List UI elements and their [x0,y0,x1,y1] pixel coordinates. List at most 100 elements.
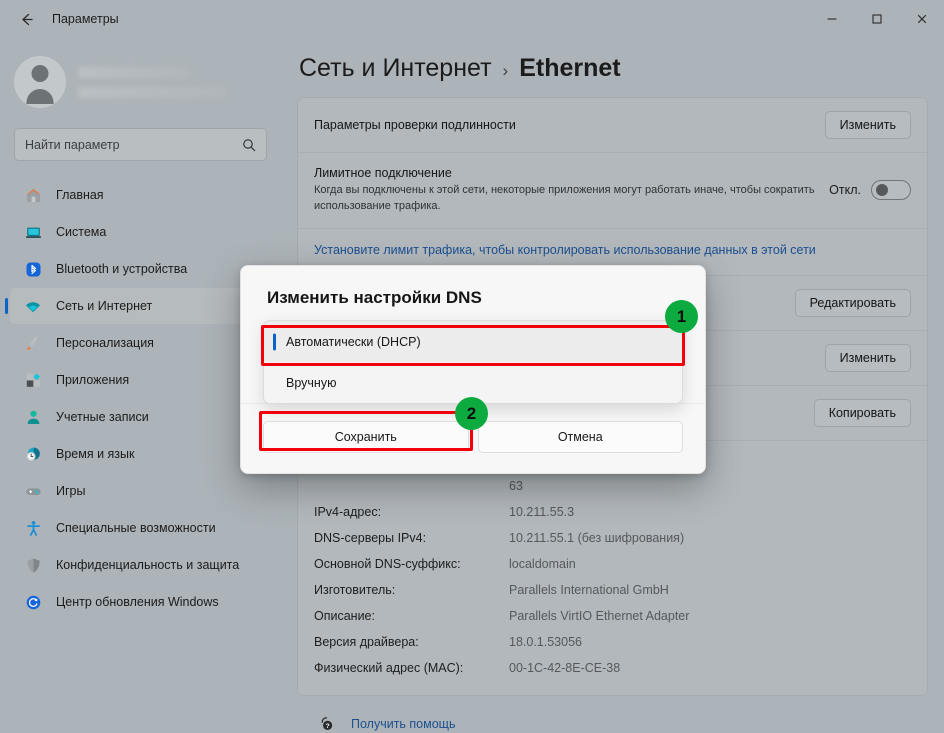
minimize-icon [827,18,836,20]
home-icon [22,184,44,206]
property-value: localdomain [509,556,576,571]
auth-settings-label: Параметры проверки подлинности [314,118,516,132]
gaming-icon [22,480,44,502]
property-row: Описание: Parallels VirtIO Ethernet Adap… [298,603,927,629]
sidebar-item-label: Сеть и Интернет [56,299,153,313]
property-key: Основной DNS-суффикс: [314,556,461,571]
breadcrumb-parent[interactable]: Сеть и Интернет [299,54,492,83]
bluetooth-icon [22,258,44,280]
breadcrumb-separator-icon: › [502,61,509,80]
sidebar: Главная Система [0,38,281,733]
accessibility-icon [22,517,44,539]
property-key: DNS-серверы IPv4: [314,530,427,545]
dns-option-label: Вручную [286,375,337,390]
edit-button[interactable]: Редактировать [794,288,911,317]
help-icon: ? [317,714,337,733]
sidebar-item-label: Приложения [56,373,130,387]
account-block[interactable] [0,46,281,110]
personalization-icon [22,332,44,354]
sidebar-item-label: Специальные возможности [56,521,216,535]
close-icon [917,14,926,24]
back-button[interactable] [10,4,42,34]
avatar [14,56,66,108]
property-row: IPv4-адрес: 10.211.55.3 [298,499,927,525]
search-box[interactable] [14,128,267,161]
property-row: Изготовитель: Parallels International Gm… [298,577,927,603]
property-row: Физический адрес (MAC): 00-1C-42-8E-CE-3… [298,655,927,681]
dialog-title: Изменить настройки DNS [267,288,482,307]
app-title: Параметры [52,12,119,26]
sidebar-item-home[interactable]: Главная [10,177,271,213]
accounts-icon [22,406,44,428]
dns-option-label: Автоматически (DHCP) [286,334,421,349]
sidebar-item-label: Конфиденциальность и защита [56,558,240,572]
dns-settings-dialog: Изменить настройки DNS Автоматически (DH… [240,265,706,474]
sidebar-item-accessibility[interactable]: Специальные возможности [10,510,271,546]
sidebar-item-apps[interactable]: Приложения [10,362,271,398]
metered-connection-row: Лимитное подключение Когда вы подключены… [298,153,927,229]
sidebar-item-label: Главная [56,188,104,202]
close-button[interactable] [899,0,944,38]
sidebar-item-label: Игры [56,484,86,498]
sidebar-item-accounts[interactable]: Учетные записи [10,399,271,435]
copy-button[interactable]: Копировать [813,398,911,427]
metered-connection-label: Лимитное подключение [314,166,452,180]
search-icon [243,138,256,151]
dns-option-automatic[interactable]: Автоматически (DHCP) [264,321,682,362]
dialog-cancel-button[interactable]: Отмена [477,421,683,453]
set-data-limit-link[interactable]: Установите лимит трафика, чтобы контроли… [314,243,816,257]
property-key: IPv4-адрес: [314,504,382,519]
sidebar-item-label: Система [56,225,107,239]
property-row: DNS-серверы IPv4: 10.211.55.1 (без шифро… [298,525,927,551]
account-name-redacted [78,66,281,98]
time-language-icon [22,443,44,465]
auth-settings-row: Параметры проверки подлинности Изменить [298,98,927,153]
property-row: Основной DNS-суффикс: localdomain [298,551,927,577]
privacy-shield-icon [22,554,44,576]
property-value: 18.0.1.53056 [509,634,582,649]
metered-connection-toggle[interactable] [871,180,911,201]
sidebar-item-label: Время и язык [56,447,135,461]
property-key: Изготовитель: [314,582,396,597]
sidebar-item-windows-update[interactable]: Центр обновления Windows [10,584,271,620]
sidebar-item-label: Учетные записи [56,410,149,424]
svg-text:?: ? [326,723,330,730]
apps-icon [22,369,44,391]
sidebar-nav: Главная Система Bluetooth и устройства С… [0,177,281,620]
get-help-link[interactable]: ? Получить помощь [317,714,928,733]
window-controls [809,0,944,38]
sidebar-item-gaming[interactable]: Игры [10,473,271,509]
dns-mode-dropdown-flyout: Автоматически (DHCP) Вручную [263,320,683,404]
annotation-badge-1: 1 [665,300,698,333]
network-icon [22,295,44,317]
property-key: Описание: [314,608,375,623]
window-titlebar: Параметры [0,0,944,38]
get-help-label: Получить помощь [351,716,456,731]
sidebar-item-privacy[interactable]: Конфиденциальность и защита [10,547,271,583]
breadcrumb-current: Ethernet [519,54,621,82]
property-value: 10.211.55.3 [509,504,575,519]
sidebar-item-label: Bluetooth и устройства [56,262,188,276]
sidebar-item-bluetooth[interactable]: Bluetooth и устройства [10,251,271,287]
change-button[interactable]: Изменить [824,343,911,372]
sidebar-item-label: Персонализация [56,336,154,350]
maximize-button[interactable] [854,0,899,38]
property-value: 10.211.55.1 (без шифрования) [509,530,685,545]
dialog-save-button[interactable]: Сохранить [263,421,469,453]
maximize-icon [871,14,882,24]
sidebar-item-time-language[interactable]: Время и язык [10,436,271,472]
network-properties-list: 20:9a29: 63 IPv4-адрес: 10.211.55.3 DNS-… [298,441,927,695]
windows-update-icon [22,591,44,613]
search-input[interactable] [25,137,242,152]
property-value: Parallels International GmbH [509,582,669,597]
sidebar-item-system[interactable]: Система [10,214,271,250]
sidebar-item-network[interactable]: Сеть и Интернет [10,288,271,324]
auth-settings-edit-button[interactable]: Изменить [824,111,911,139]
occluded-property-row: 63 [298,473,927,499]
minimize-button[interactable] [809,0,854,38]
annotation-badge-2: 2 [455,397,488,430]
system-icon [22,221,44,243]
property-key: Версия драйвера: [314,634,419,649]
property-row: Версия драйвера: 18.0.1.53056 [298,629,927,655]
sidebar-item-personalization[interactable]: Персонализация [10,325,271,361]
